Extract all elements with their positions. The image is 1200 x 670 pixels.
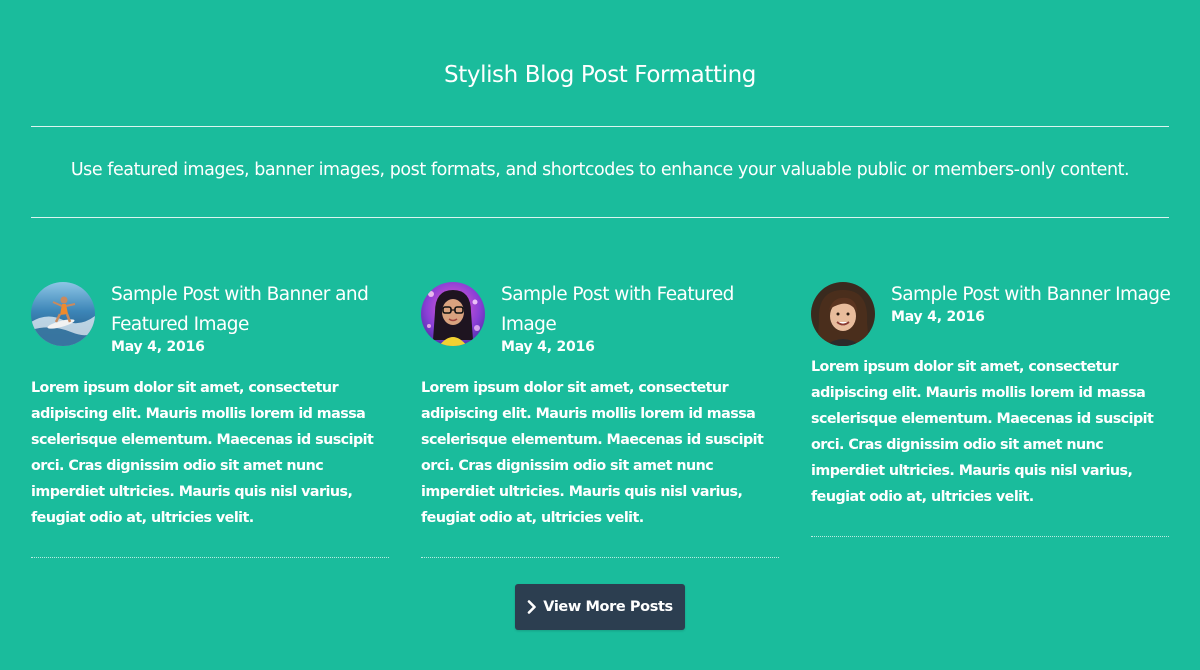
post-date: May 4, 2016 xyxy=(111,339,205,355)
post-excerpt: Lorem ipsum dolor sit amet, consectetur … xyxy=(31,380,374,526)
chevron-right-icon xyxy=(527,600,537,614)
section-subtitle: Use featured images, banner images, post… xyxy=(70,160,1130,180)
woman-avatar[interactable] xyxy=(811,282,875,346)
post-excerpt: Lorem ipsum dolor sit amet, consectetur … xyxy=(421,380,764,526)
view-more-posts-button[interactable]: View More Posts xyxy=(515,584,685,630)
post-title-link[interactable]: Sample Post with Featured Image xyxy=(501,280,791,340)
surfer-avatar[interactable] xyxy=(31,282,95,346)
post-title-link[interactable]: Sample Post with Banner and Featured Ima… xyxy=(111,280,401,340)
post-date: May 4, 2016 xyxy=(501,339,595,355)
blog-section: Stylish Blog Post Formatting Use feature… xyxy=(0,0,1200,670)
post-title-link[interactable]: Sample Post with Banner Image xyxy=(891,280,1181,310)
post-date: May 4, 2016 xyxy=(891,309,985,325)
divider xyxy=(31,126,1169,127)
section-title: Stylish Blog Post Formatting xyxy=(444,62,756,88)
divider xyxy=(31,217,1169,218)
post-excerpt: Lorem ipsum dolor sit amet, consectetur … xyxy=(811,359,1154,505)
woman-glasses-avatar[interactable] xyxy=(421,282,485,346)
post-divider xyxy=(31,557,389,558)
post-divider xyxy=(811,536,1169,537)
view-more-posts-label: View More Posts xyxy=(543,599,673,615)
post-divider xyxy=(421,557,779,558)
